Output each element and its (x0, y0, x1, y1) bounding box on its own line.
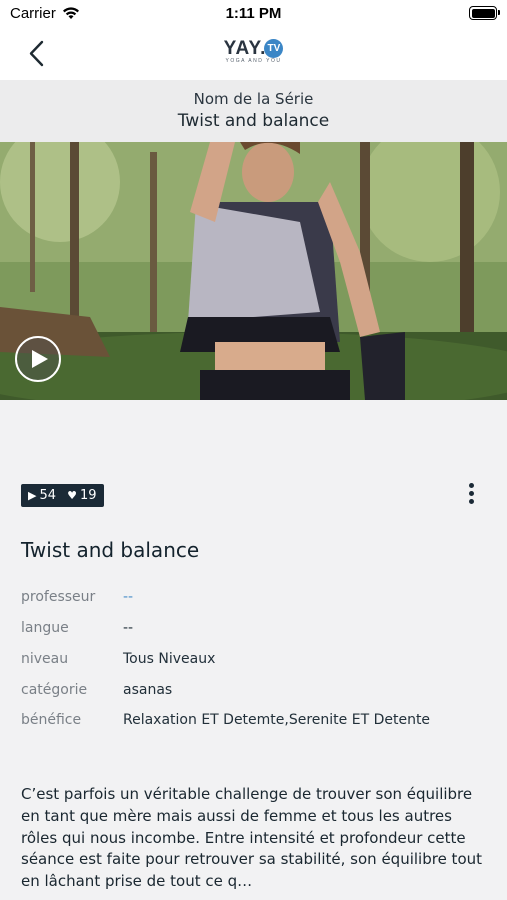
play-icon (32, 350, 48, 368)
professeur-link[interactable]: -- (123, 589, 133, 605)
meta-value: -- (123, 620, 134, 636)
battery-icon (469, 6, 500, 20)
likes-value: 19 (80, 488, 97, 503)
nav-bar: YAY.TV YOGA AND YOU (0, 28, 507, 80)
logo-badge: TV (264, 39, 284, 58)
meta-value: asanas (123, 682, 173, 698)
views-count: ▶ 54 (28, 484, 56, 507)
meta-row-categorie: catégorie asanas (21, 682, 491, 704)
stats-badge: ▶ 54 ♥ 19 (21, 484, 104, 507)
app-logo: YAY.TV YOGA AND YOU (0, 38, 507, 64)
series-header: Nom de la Série Twist and balance (0, 80, 507, 142)
clock: 1:11 PM (225, 5, 282, 22)
meta-row-langue: langue -- (21, 620, 491, 642)
status-bar: Carrier 1:11 PM (0, 0, 507, 28)
series-name[interactable]: Twist and balance (0, 111, 507, 131)
logo-tagline: YOGA AND YOU (225, 58, 282, 64)
logo-text: YAY. (223, 38, 267, 59)
meta-value: Tous Niveaux (123, 651, 216, 667)
meta-row-professeur: professeur -- (21, 589, 491, 611)
series-label: Nom de la Série (193, 90, 314, 108)
more-options-button[interactable] (460, 480, 482, 510)
meta-row-niveau: niveau Tous Niveaux (21, 651, 491, 673)
thumbnail-image (0, 142, 507, 400)
video-thumbnail[interactable] (0, 142, 507, 400)
meta-label: niveau (21, 651, 69, 667)
video-title: Twist and balance (21, 538, 200, 562)
play-button[interactable] (15, 336, 61, 382)
meta-label: catégorie (21, 682, 88, 698)
video-description: C’est parfois un véritable challenge de … (21, 785, 483, 891)
meta-label: professeur (21, 589, 96, 605)
more-vertical-icon (468, 483, 474, 488)
meta-label: bénéfice (21, 712, 82, 728)
views-value: 54 (39, 488, 57, 503)
meta-row-benefice: bénéfice Relaxation ET Detemte,Serenite … (21, 712, 491, 734)
play-small-icon: ▶ (28, 489, 37, 502)
heart-icon: ♥ (67, 489, 78, 502)
meta-value: Relaxation ET Detemte,Serenite ET Detent… (123, 712, 431, 728)
likes-count: ♥ 19 (67, 484, 96, 507)
meta-label: langue (21, 620, 69, 636)
